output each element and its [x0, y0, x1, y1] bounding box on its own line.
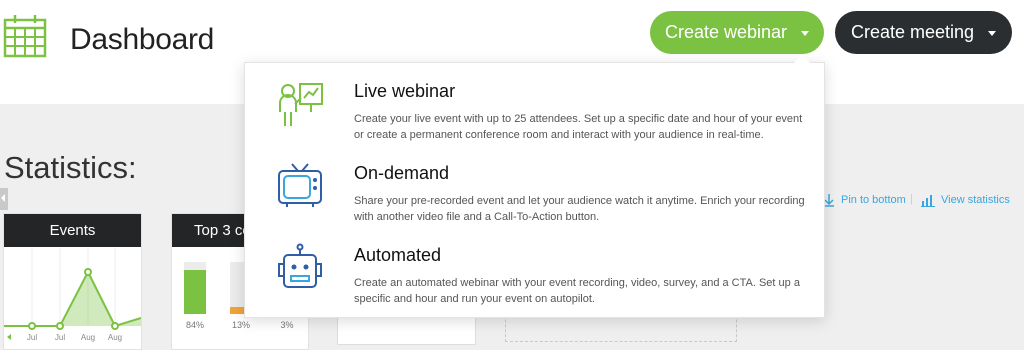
top3-percent-label: 13% — [231, 320, 250, 330]
events-point — [111, 322, 119, 330]
calendar-icon — [3, 15, 47, 58]
chevron-down-icon — [801, 31, 810, 36]
link-divider: | — [910, 193, 913, 205]
create-webinar-label: Create webinar — [664, 22, 788, 42]
menu-item-title: Live webinar — [354, 81, 456, 101]
page-title: Dashboard — [70, 23, 215, 56]
x-tick-label: Jul — [27, 333, 37, 342]
events-line-chart: Jul Jul Aug Aug — [4, 248, 141, 342]
tv-icon — [278, 163, 322, 207]
create-meeting-button[interactable]: Create meeting — [835, 11, 1012, 54]
view-statistics-label: View statistics — [941, 194, 1010, 206]
view-statistics-link[interactable]: View statistics — [921, 193, 1010, 207]
events-point — [56, 322, 64, 330]
collapse-tab[interactable] — [0, 188, 8, 210]
menu-item-title: Automated — [354, 245, 442, 265]
pin-to-bottom-link[interactable]: Pin to bottom — [822, 193, 906, 207]
chevron-down-icon — [988, 31, 997, 36]
dropdown-arrow — [794, 55, 810, 63]
bar-chart-icon — [921, 195, 935, 207]
menu-item-description: Share your pre-recorded event and let yo… — [354, 195, 805, 223]
chevron-left-icon — [1, 194, 5, 202]
top3-percent-label: 3% — [280, 320, 294, 330]
robot-icon — [278, 243, 322, 288]
menu-item-title: On-demand — [354, 163, 450, 183]
x-tick-label: Jul — [55, 333, 65, 342]
x-tick-label: Aug — [108, 333, 122, 342]
top3-bar — [184, 262, 206, 314]
menu-item-live-webinar[interactable]: Live webinar Create your live event with… — [245, 76, 826, 156]
top3-bar-fill — [184, 270, 206, 314]
events-point — [28, 322, 36, 330]
pin-to-bottom-label: Pin to bottom — [841, 194, 906, 206]
events-point — [84, 268, 92, 276]
create-webinar-dropdown: Live webinar Create your live event with… — [244, 55, 826, 320]
presenter-icon — [279, 83, 323, 126]
menu-item-automated[interactable]: Automated Create an automated webinar wi… — [245, 240, 826, 320]
menu-item-description: Create your live event with up to 25 att… — [354, 113, 803, 141]
events-card-title: Events — [4, 214, 141, 247]
menu-item-description: Create an automated webinar with your ev… — [354, 277, 800, 305]
statistics-title: Statistics: — [4, 150, 137, 185]
events-card: Events Jul Jul Aug Aug — [3, 213, 142, 350]
create-webinar-button[interactable]: Create webinar — [650, 11, 824, 54]
top3-percent-label: 84% — [185, 320, 204, 330]
menu-item-on-demand[interactable]: On-demand Share your pre-recorded event … — [245, 158, 826, 238]
x-tick-label: Aug — [81, 333, 95, 342]
create-meeting-label: Create meeting — [850, 22, 975, 42]
